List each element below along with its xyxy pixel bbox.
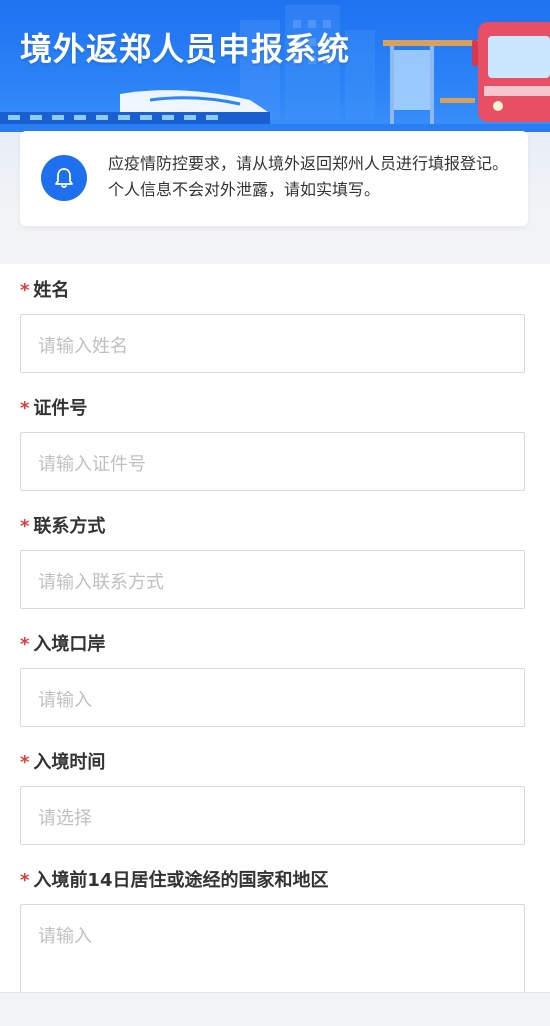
field-label-text: 入境前14日居住或途经的国家和地区 [33, 870, 329, 891]
field-label: * 姓名 [20, 276, 69, 302]
entry-port-input[interactable]: 请输入 [20, 668, 525, 727]
field-label: * 入境时间 [20, 748, 105, 774]
input-placeholder: 请输入联系方式 [38, 572, 164, 593]
field-label-text: 入境口岸 [33, 634, 106, 655]
field-label: * 入境前14日居住或途经的国家和地区 [20, 866, 328, 892]
header-banner: 境外返郑人员申报系统 [0, 0, 550, 132]
field-label: * 联系方式 [20, 512, 105, 538]
id-number-input[interactable]: 请输入证件号 [20, 432, 525, 491]
notice-card: 应疫情防控要求，请从境外返回郑州人员进行填报登记。个人信息不会对外泄露，请如实填… [20, 131, 528, 226]
field-label-text: 入境时间 [33, 752, 106, 773]
required-mark: * [20, 752, 30, 773]
page-title: 境外返郑人员申报系统 [20, 30, 351, 68]
input-placeholder: 请输入 [38, 926, 92, 947]
required-mark: * [20, 634, 30, 655]
field-label-text: 姓名 [33, 280, 70, 301]
page: 境外返郑人员申报系统 应疫情防控要求，请从境外返回郑州人员进行填报登记。个人信息… [0, 0, 550, 1026]
contact-input[interactable]: 请输入联系方式 [20, 550, 525, 609]
field-label-text: 证件号 [33, 398, 88, 419]
input-placeholder: 请输入 [38, 690, 92, 711]
required-mark: * [20, 280, 30, 301]
input-placeholder: 请输入证件号 [38, 454, 146, 475]
name-input[interactable]: 请输入姓名 [20, 314, 525, 373]
notice-text: 应疫情防控要求，请从境外返回郑州人员进行填报登记。个人信息不会对外泄露，请如实填… [108, 154, 509, 199]
bottom-strip [0, 992, 550, 1026]
required-mark: * [20, 870, 30, 891]
entry-time-picker[interactable]: 请选择 [20, 786, 525, 845]
travel-history-textarea[interactable]: 请输入 [20, 904, 525, 994]
input-placeholder: 请选择 [38, 808, 92, 829]
field-label: * 入境口岸 [20, 630, 105, 656]
bell-icon [41, 155, 87, 201]
input-placeholder: 请输入姓名 [38, 336, 128, 357]
declaration-form: * 姓名 请输入姓名 * 证件号 请输入证件号 * 联系方式 请输入联系方式 * 入境口… [0, 264, 550, 994]
field-label-text: 联系方式 [33, 516, 106, 537]
field-label: * 证件号 [20, 394, 87, 420]
required-mark: * [20, 398, 30, 419]
required-mark: * [20, 516, 30, 537]
